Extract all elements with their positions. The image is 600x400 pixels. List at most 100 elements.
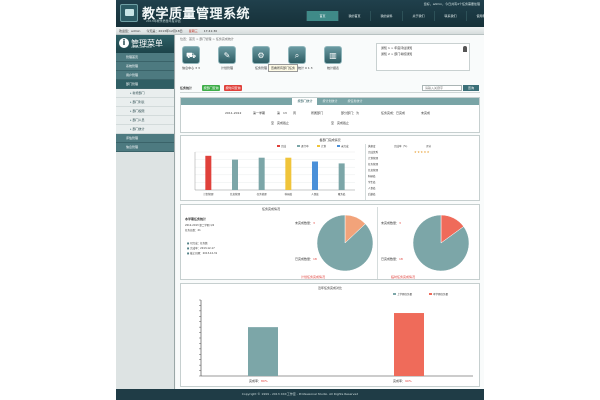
pie2-done-text: 已完成数量： <box>381 257 400 261</box>
legend-item: 已完成：任务数 <box>187 241 208 245</box>
sidebar-subtitle: MANAGEMENT MENU <box>131 47 153 49</box>
filter-panel: 按部门统计 按计划统计 按任务统计 2011-2012 第一学期 第 13 周 … <box>180 97 480 133</box>
app-window: 教学质量管理系统 2013年教学质量年度评估 您好，admin，今日共有4个任务… <box>116 0 484 400</box>
sidebar-item-info[interactable]: 信息管理 <box>116 143 174 152</box>
nav-help[interactable]: 使用帮助 <box>466 11 484 21</box>
time-info: 17:41:30 <box>203 28 218 33</box>
star-rating-icon: ★★★★★ <box>414 150 430 154</box>
swatch <box>429 293 432 295</box>
top-nav: 首页 我的首页 我的资料 关于我们 联系我们 使用帮助 <box>306 11 484 21</box>
undone-radio[interactable]: 未完成 <box>421 111 430 115</box>
tab-by-plan[interactable]: 按计划统计 <box>317 98 342 105</box>
tool-info-center[interactable]: ⛟ 信息中心 3 3 <box>180 46 202 70</box>
sat-header-col1: 满意度 <box>368 145 376 148</box>
pie2-undone-text: 未完成数量： <box>381 221 400 225</box>
nav-home[interactable]: 首页 <box>306 11 338 21</box>
query-by-dept-button[interactable]: 按部门查询 <box>202 85 220 91</box>
nav-my-home[interactable]: 我的首页 <box>338 11 370 21</box>
end-select[interactable]: 完成截止 <box>337 121 349 125</box>
sidebar-item-dept-stats[interactable]: 部门统计 <box>116 125 174 134</box>
year-chart-panel: 近年任务完成对比 上学期任务量 本学期任务量 完成率：80% 完成率：90% <box>180 283 480 387</box>
info-icon: i <box>119 38 129 48</box>
dept-chart-title: 各部门完成情况 <box>319 138 341 142</box>
pie-chart-2 <box>412 214 470 272</box>
gear-icon: ⚙ <box>252 46 270 64</box>
tool-plan[interactable]: ✎ 计划管理 <box>216 46 238 70</box>
stat-title: 本学期任务统计 <box>185 217 207 221</box>
pie1-caption: 计划任务完成情况 <box>301 275 326 279</box>
type-select[interactable]: 部分部门：为 <box>341 111 359 115</box>
x-tick-label: 任务管理 <box>257 192 268 196</box>
end-label: 至 <box>331 121 335 125</box>
legend-item: 截止日期：2013-12-31 <box>187 251 217 255</box>
dept-select[interactable]: 所属部门 <box>311 111 323 115</box>
footer: Copyright © 1999 - 2013 XXX工作室 - Profess… <box>116 389 484 400</box>
sidebar-item-system[interactable]: 系统管理 <box>116 62 174 71</box>
sidebar: i 管理菜单 MANAGEMENT MENU 管理首页 系统管理 用户管理 部门… <box>116 35 175 389</box>
bar <box>394 313 424 376</box>
query-by-time-button[interactable]: 按时间查询 <box>224 85 242 91</box>
sidebar-header: i 管理菜单 MANAGEMENT MENU <box>116 35 174 53</box>
sidebar-item-evaluation[interactable]: 评估管理 <box>116 134 174 143</box>
section-toolbar: 任务统计 按部门查询 按时间查询 查询 <box>180 85 480 93</box>
search-input[interactable] <box>422 85 462 91</box>
notice-item[interactable]: 通知 1 > 年度评估通知 <box>381 46 465 50</box>
x-tick-label: 教务处 <box>338 192 346 196</box>
legend-swatch <box>317 145 320 147</box>
tab-by-dept[interactable]: 按部门统计 <box>292 98 318 105</box>
x-tick-label: 信息管理 <box>230 192 241 196</box>
tooltip: 查看所有部门任务 <box>268 64 299 72</box>
sidebar-item-dept-perm[interactable]: 部门权限 <box>116 107 174 116</box>
notice-box: 通知 1 > 年度评估通知 通知 2 > 部门考核通知 <box>376 43 470 71</box>
header: 教学质量管理系统 2013年教学质量年度评估 您好，admin，今日共有4个任务… <box>116 0 484 27</box>
sidebar-item-dept-staff[interactable]: 部门人员 <box>116 116 174 125</box>
sat-header-col3: 评分 <box>426 145 432 148</box>
sidebar-item-departments[interactable]: 部门管理 <box>116 80 174 89</box>
divider <box>377 207 378 279</box>
legend-label: 计划 <box>321 144 327 148</box>
satisfaction-label: 完成优秀 <box>368 151 379 154</box>
tab-by-task[interactable]: 按任务统计 <box>343 98 368 105</box>
sidebar-item-admin-home[interactable]: 管理首页 <box>116 53 174 62</box>
nav-contact[interactable]: 联系我们 <box>434 11 466 21</box>
week-input[interactable]: 13 <box>283 111 287 115</box>
dept-bar-chart: 完成 进行中 计划 未完成计划管理 信息管理 任务管理 科研处 人事处 教务处 <box>194 144 355 196</box>
year-chart-title: 近年任务完成对比 <box>317 286 342 290</box>
year-select[interactable]: 2011-2012 <box>225 111 241 115</box>
info-bar: 欢迎您：admin 今天是：2013年12月18日 星期三 17:41:30 <box>116 27 484 35</box>
nav-about[interactable]: 关于我们 <box>402 11 434 21</box>
pie2-done-label: 已完成数量：18 <box>381 257 403 261</box>
search-button[interactable]: 查询 <box>463 85 479 91</box>
section-title: 任务统计 <box>180 86 193 90</box>
year-label-1-text: 完成率： <box>249 379 262 383</box>
pin-icon <box>463 46 467 52</box>
satisfaction-label: 后勤处 <box>368 193 376 196</box>
done-radio[interactable]: 任务完成：已完成 <box>381 111 405 115</box>
pie1-done-text: 已完成数量： <box>295 257 314 261</box>
tool-label: 统计报表 <box>326 66 339 70</box>
sidebar-item-users[interactable]: 用户管理 <box>116 71 174 80</box>
bar <box>258 157 265 190</box>
range-select[interactable]: 完成截止 <box>277 121 289 125</box>
legend-swatch <box>297 145 300 147</box>
satisfaction-label: 信息管理 <box>368 169 379 172</box>
year-label-1-value: 80% <box>261 379 268 383</box>
tool-reports[interactable]: ▥ 统计报表 <box>322 46 344 70</box>
weekday-info: 星期三 <box>188 28 198 33</box>
bar <box>338 163 345 190</box>
sidebar-item-add-dept[interactable]: 新增部门 <box>116 89 174 98</box>
bar <box>285 157 292 190</box>
x-tick-label: 计划管理 <box>203 192 214 196</box>
sidebar-item-dept-list[interactable]: 部门列表 <box>116 98 174 107</box>
tools-icon: ✎ <box>218 46 236 64</box>
bar <box>205 155 212 190</box>
satisfaction-label: 科研处 <box>368 175 376 178</box>
pie2-caption: 临时任务完成情况 <box>391 275 416 279</box>
x-tick-label: 科研处 <box>285 192 293 196</box>
app-subtitle: 2013年教学质量年度评估 <box>146 19 181 23</box>
term-select[interactable]: 第一学期 <box>253 111 265 115</box>
notice-item[interactable]: 通知 2 > 部门考核通知 <box>381 52 465 56</box>
nav-my-profile[interactable]: 我的资料 <box>370 11 402 21</box>
year-label-2-value: 90% <box>405 379 412 383</box>
pie1-undone-text: 未完成数量： <box>295 221 314 225</box>
